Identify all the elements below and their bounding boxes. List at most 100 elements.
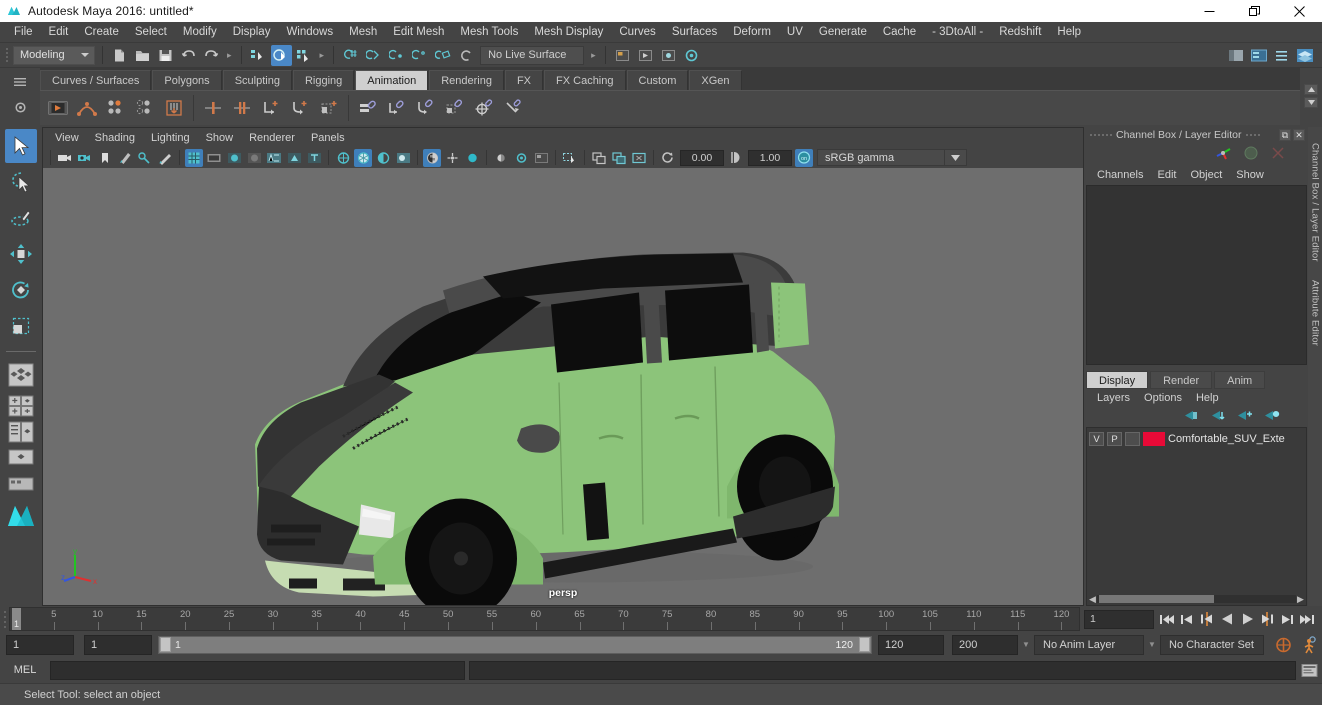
anim-layer-dropdown-icon[interactable]: ▼ — [1018, 635, 1034, 655]
menu-generate[interactable]: Generate — [811, 22, 875, 42]
twoD-pan-zoom-icon[interactable] — [136, 149, 154, 167]
statusline-grip[interactable] — [2, 44, 11, 66]
move-tool[interactable] — [5, 237, 37, 271]
color-space-field[interactable]: sRGB gamma — [817, 149, 945, 166]
range-slider[interactable]: 1 120 — [158, 635, 872, 654]
menu-windows[interactable]: Windows — [278, 22, 341, 42]
shaded-mode-icon[interactable] — [225, 149, 243, 167]
make-live-icon[interactable] — [455, 45, 476, 66]
channel-menu-channels[interactable]: Channels — [1090, 169, 1150, 181]
menu-redshift[interactable]: Redshift — [991, 22, 1049, 42]
channel-menu-object[interactable]: Object — [1183, 169, 1229, 181]
layer-name[interactable]: Comfortable_SUV_Exte — [1168, 433, 1285, 445]
animation-preferences-button[interactable] — [1296, 634, 1322, 656]
menuset-selector[interactable]: Modeling — [13, 45, 95, 65]
go-to-end-button[interactable] — [1298, 610, 1316, 628]
layer-playback-toggle[interactable]: P — [1107, 432, 1122, 446]
menu-uv[interactable]: UV — [779, 22, 811, 42]
sphere-preview-icon[interactable] — [1242, 145, 1260, 164]
grid-toggle-icon[interactable] — [185, 148, 203, 167]
color-space-dropdown-icon[interactable] — [945, 149, 967, 166]
ipr-render-icon[interactable] — [658, 45, 679, 66]
set-key-graph-icon[interactable] — [73, 93, 101, 123]
timeslider-grip[interactable] — [0, 607, 9, 631]
play-backwards-button[interactable] — [1218, 610, 1236, 628]
playback-start-time-field[interactable]: 1 — [84, 634, 152, 655]
layer-list-scrollbar[interactable]: ◀ ▶ — [1087, 593, 1306, 605]
menu-mesh-display[interactable]: Mesh Display — [526, 22, 611, 42]
maximize-restore-button[interactable] — [1232, 0, 1277, 22]
constraint-parent-icon[interactable] — [354, 93, 382, 123]
constraint-aim-icon[interactable] — [470, 93, 498, 123]
layer-row[interactable]: V P Comfortable_SUV_Exte — [1087, 431, 1306, 448]
sidebar-toggle-icon[interactable] — [1225, 45, 1246, 66]
render-current-frame-icon[interactable] — [635, 45, 656, 66]
key-double-icon[interactable] — [228, 93, 256, 123]
bake-keys-icon[interactable] — [160, 93, 188, 123]
menu-cache[interactable]: Cache — [875, 22, 924, 42]
command-input[interactable] — [50, 660, 465, 680]
command-output[interactable] — [469, 660, 1296, 680]
isolate-select-icon[interactable] — [561, 149, 579, 167]
layer-tab-anim[interactable]: Anim — [1214, 370, 1266, 389]
bookmark-icon[interactable] — [96, 149, 114, 167]
range-start-handle[interactable] — [160, 637, 171, 652]
menu-file[interactable]: File — [6, 22, 41, 42]
character-set-dropdown-icon[interactable]: ▼ — [1144, 635, 1160, 655]
attribute-editor-toggle-icon[interactable] — [1248, 45, 1269, 66]
layer-visibility-toggle[interactable]: V — [1089, 432, 1104, 446]
collapse-arrow-icon[interactable]: ▸ — [587, 50, 600, 61]
copy-view-icon[interactable] — [610, 149, 628, 167]
side-tab-attribute-editor[interactable]: Attribute Editor — [1310, 280, 1321, 346]
paint-select-tool[interactable] — [5, 201, 37, 235]
layer-menu-help[interactable]: Help — [1189, 392, 1226, 404]
viewport-menu-show[interactable]: Show — [198, 129, 242, 147]
layer-menu-options[interactable]: Options — [1137, 392, 1189, 404]
shelf-tab-rigging[interactable]: Rigging — [292, 70, 355, 90]
time-slider[interactable]: 1 5 10 15 20 25 30 35 40 45 50 55 60 65 70 75 80 85 90 95 1… — [9, 607, 1080, 631]
snap-to-projected-center-icon[interactable] — [409, 45, 430, 66]
move-layer-up-icon[interactable] — [1183, 409, 1199, 425]
snap-to-view-plane-icon[interactable] — [432, 45, 453, 66]
lighting-toggle-icon[interactable] — [374, 149, 392, 167]
set-key-icon[interactable] — [102, 93, 130, 123]
display-layer-list[interactable]: V P Comfortable_SUV_Exte ◀ ▶ — [1086, 426, 1307, 606]
channel-box-toggle-icon[interactable] — [1294, 45, 1315, 66]
textured-mode-icon[interactable] — [245, 149, 263, 167]
panel-grip-right[interactable] — [1242, 134, 1264, 136]
gamma-field[interactable]: 1.00 — [748, 149, 792, 166]
scroll-right-icon[interactable]: ▶ — [1296, 594, 1305, 605]
shelf-tab-fx-caching[interactable]: FX Caching — [544, 70, 626, 90]
menu-deform[interactable]: Deform — [725, 22, 779, 42]
shelf-scroll-up-icon[interactable] — [1304, 83, 1318, 95]
exposure-reset-icon[interactable] — [659, 149, 677, 167]
shadows-toggle-icon[interactable] — [394, 149, 412, 167]
undock-panel-icon[interactable]: ⧉ — [1279, 129, 1291, 141]
perspective-viewport[interactable]: y x z persp — [43, 168, 1083, 605]
shelf-tab-polygons[interactable]: Polygons — [152, 70, 222, 90]
select-object-icon[interactable] — [270, 44, 292, 66]
lasso-select-tool[interactable] — [5, 165, 37, 199]
menu-surfaces[interactable]: Surfaces — [664, 22, 725, 42]
viewport-menu-lighting[interactable]: Lighting — [143, 129, 198, 147]
scroll-left-icon[interactable]: ◀ — [1088, 594, 1097, 605]
xray-mode-icon[interactable] — [285, 149, 303, 167]
current-frame-field[interactable]: 1 — [1084, 609, 1154, 629]
shelf-tab-xgen[interactable]: XGen — [689, 70, 742, 90]
four-view-layout-icon[interactable] — [5, 358, 37, 392]
shelf-menu-icon[interactable] — [9, 71, 31, 93]
close-button[interactable] — [1277, 0, 1322, 22]
viewport-menu-shading[interactable]: Shading — [87, 129, 143, 147]
viewport-menu-renderer[interactable]: Renderer — [241, 129, 303, 147]
grease-pencil-icon[interactable] — [156, 149, 174, 167]
scrollbar-track[interactable] — [1097, 595, 1296, 603]
step-back-frame-button[interactable] — [1198, 610, 1216, 628]
gamma-reset-icon[interactable] — [727, 149, 745, 167]
menu-create[interactable]: Create — [76, 22, 127, 42]
shelf-tab-rendering[interactable]: Rendering — [429, 70, 504, 90]
menu-mesh[interactable]: Mesh — [341, 22, 385, 42]
new-layer-icon[interactable] — [1237, 409, 1253, 425]
constraint-scale-icon[interactable] — [441, 93, 469, 123]
new-layer-from-selection-icon[interactable] — [1264, 409, 1280, 425]
snap-to-grid-icon[interactable] — [340, 45, 361, 66]
